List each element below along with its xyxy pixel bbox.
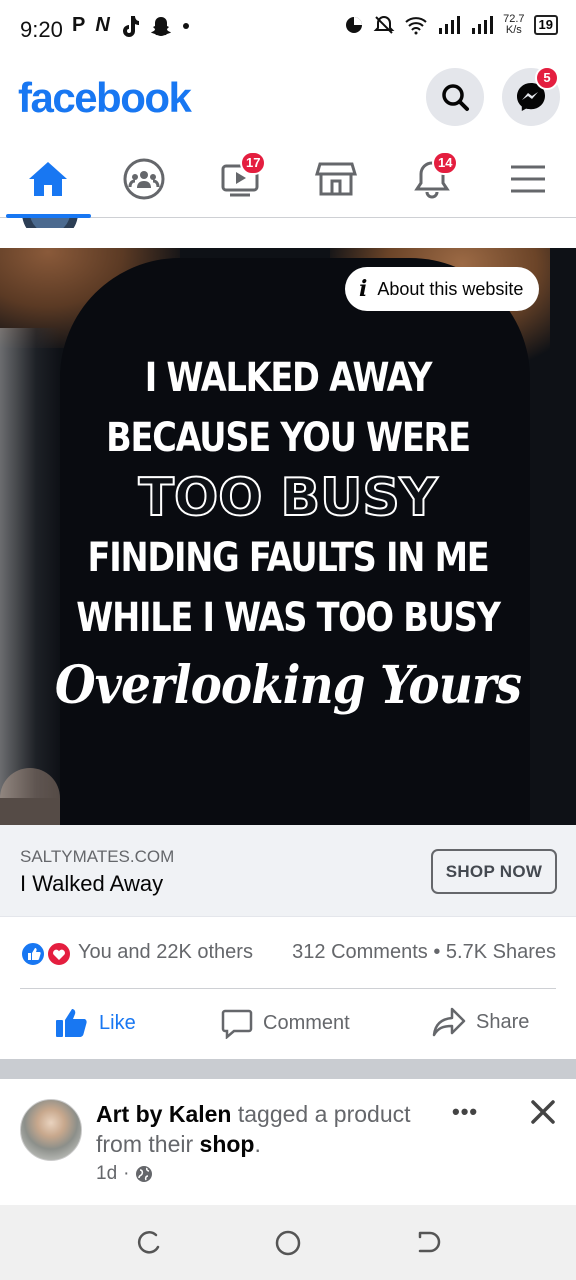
status-bar: 9:20 P N 72.7 K/s 19: [0, 0, 576, 60]
engagement-stats: 312 Comments • 5.7K Shares: [292, 941, 556, 964]
bell-off-icon: [373, 15, 395, 34]
next-post: Art by Kalen tagged a product from their…: [0, 1079, 576, 1205]
ad-line-2: BECAUSE YOU WERE: [106, 415, 471, 461]
search-icon: [442, 84, 469, 111]
network-speed-unit: K/s: [505, 24, 522, 36]
groups-icon: [123, 158, 165, 200]
watch-badge: 17: [240, 151, 267, 175]
thumbs-up-icon: [56, 1009, 87, 1037]
share-icon: [432, 1007, 466, 1037]
system-navigation-bar: [0, 1205, 576, 1280]
ad-quote: I WALKED AWAY BECAUSE YOU WERE TOO BUSY …: [0, 348, 576, 724]
marketplace-icon: [315, 162, 357, 196]
tab-watch[interactable]: 17: [210, 151, 270, 204]
data-saver-icon: [346, 17, 363, 33]
reactions-count[interactable]: You and 22K others: [78, 941, 253, 964]
status-notification-icons: P N: [72, 14, 190, 37]
reactions-bar: You and 22K others 312 Comments • 5.7K S…: [0, 918, 576, 988]
reaction-icons[interactable]: [20, 941, 74, 967]
tiktok-icon: [122, 15, 139, 37]
tab-home[interactable]: [18, 154, 78, 204]
stats-separator: •: [433, 941, 441, 963]
home-icon: [29, 162, 67, 196]
link-preview[interactable]: SALTYMATES.COM I Walked Away SHOP NOW: [0, 825, 576, 917]
back-icon[interactable]: [414, 1229, 442, 1257]
more-options-button[interactable]: •••: [452, 1099, 478, 1125]
facebook-logo[interactable]: facebook: [18, 74, 192, 122]
ad-line-6: Overlooking Yours: [54, 655, 522, 716]
about-website-button[interactable]: i About this website: [345, 267, 540, 311]
globe-icon: [136, 1166, 153, 1182]
messenger-button[interactable]: 5: [502, 66, 560, 126]
tab-notifications[interactable]: 14: [402, 151, 462, 204]
menu-icon: [511, 165, 545, 193]
home-nav-icon[interactable]: [274, 1229, 302, 1257]
ad-line-5: WHILE I WAS TOO BUSY: [76, 595, 501, 641]
post-actions: Like Comment Share: [0, 989, 576, 1059]
ad-line-4: FINDING FAULTS IN ME: [87, 535, 490, 581]
comment-label: Comment: [263, 1011, 350, 1034]
signal-icon: [439, 16, 461, 34]
status-time: 9:20: [20, 17, 63, 42]
share-button[interactable]: Share: [432, 1007, 529, 1037]
post-time[interactable]: 1d: [96, 1163, 117, 1185]
page-avatar: [22, 218, 78, 228]
like-reaction-icon: [20, 941, 46, 967]
notifications-badge: 14: [432, 151, 459, 175]
ad-image[interactable]: I WALKED AWAY BECAUSE YOU WERE TOO BUSY …: [0, 248, 576, 825]
recents-icon[interactable]: [134, 1229, 162, 1257]
wifi-icon: [405, 17, 427, 35]
status-system-icons: 72.7 K/s 19: [344, 14, 558, 36]
search-button[interactable]: [426, 68, 484, 126]
link-domain: SALTYMATES.COM: [20, 847, 175, 866]
signal-icon-2: [472, 16, 494, 34]
author-avatar[interactable]: [20, 1099, 82, 1161]
close-icon[interactable]: [528, 1097, 558, 1127]
post-meta: 1d ·: [96, 1163, 153, 1185]
shop-link[interactable]: shop: [200, 1131, 255, 1157]
pinterest-icon: P: [72, 14, 86, 36]
nav-tabs: 17 14: [0, 140, 576, 218]
network-speed: 72.7 K/s: [503, 14, 524, 36]
about-website-label: About this website: [377, 278, 524, 299]
comment-button[interactable]: Comment: [221, 1007, 350, 1039]
shop-now-button[interactable]: SHOP NOW: [431, 849, 557, 894]
post-header-remnant: [0, 218, 576, 248]
tab-marketplace[interactable]: [306, 154, 366, 204]
love-reaction-icon: [46, 941, 72, 967]
hand-shape: [0, 768, 60, 825]
like-label: Like: [99, 1011, 136, 1034]
ad-line-1: I WALKED AWAY: [144, 355, 433, 401]
messenger-badge: 5: [535, 66, 559, 90]
author-name[interactable]: Art by Kalen: [96, 1101, 231, 1127]
post-headline: Art by Kalen tagged a product from their…: [96, 1099, 426, 1159]
n-app-icon: N: [95, 14, 110, 36]
tab-groups[interactable]: [114, 154, 174, 204]
tab-menu[interactable]: [498, 154, 558, 204]
ad-line-3: TOO BUSY: [138, 467, 439, 529]
link-title: I Walked Away: [20, 871, 164, 896]
meta-dot: ·: [123, 1163, 130, 1184]
info-icon: i: [359, 276, 368, 302]
comments-count[interactable]: 312 Comments: [292, 941, 428, 963]
shares-count[interactable]: 5.7K Shares: [446, 941, 556, 963]
feed-separator: [0, 1059, 576, 1079]
dot-icon: [182, 22, 189, 29]
headline-end: .: [254, 1131, 261, 1157]
battery-icon: 19: [533, 15, 558, 35]
app-header: facebook 5: [0, 60, 576, 140]
like-button[interactable]: Like: [55, 1007, 136, 1039]
comment-icon: [221, 1009, 253, 1039]
snapchat-icon: [150, 16, 171, 36]
share-label: Share: [476, 1010, 530, 1033]
